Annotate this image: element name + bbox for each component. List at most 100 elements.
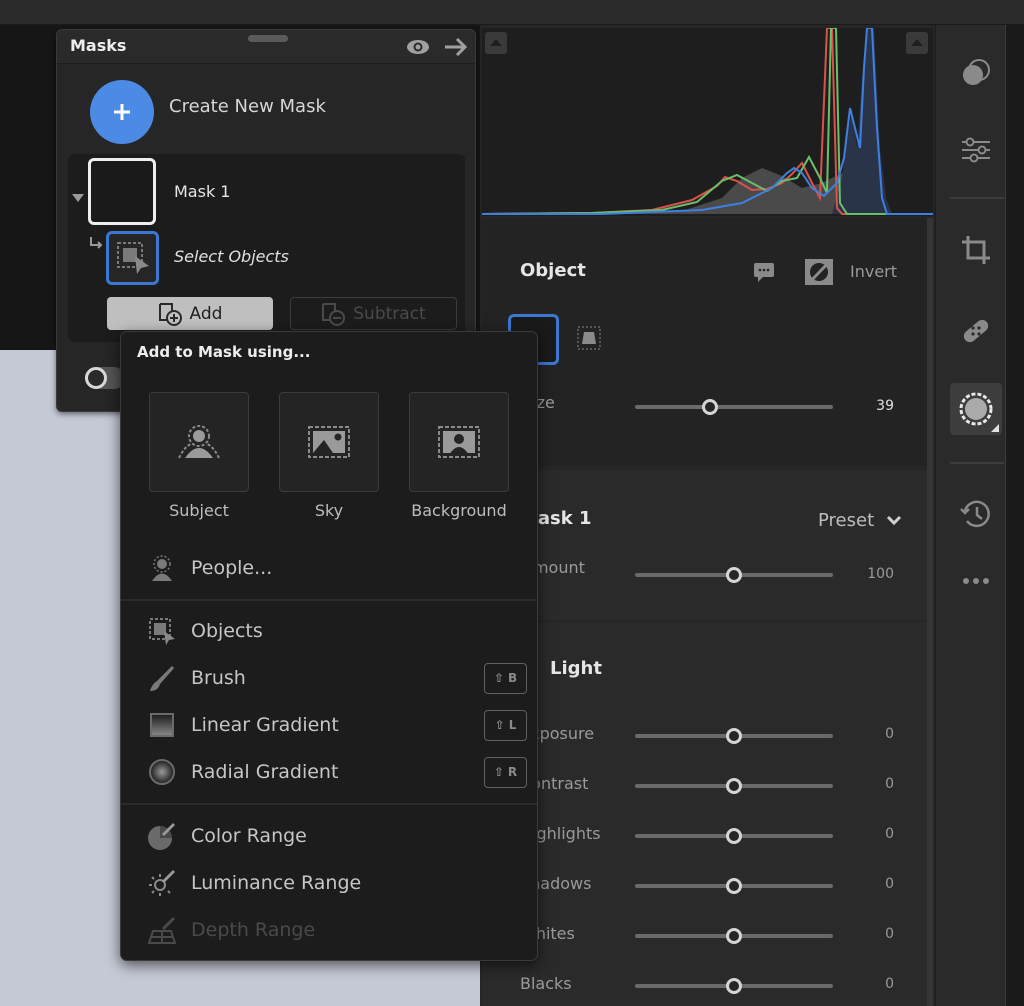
exposure-slider-thumb[interactable] — [726, 728, 742, 744]
mask-card: Mask 1 Select Objects Add Subtract — [68, 154, 465, 342]
whites-value[interactable]: 0 — [844, 926, 894, 942]
tool-separator — [950, 197, 1004, 199]
add-label: Add — [189, 303, 223, 324]
mask-name[interactable]: Mask 1 — [174, 182, 230, 201]
brush-shortcut: ⇧ B — [484, 662, 527, 694]
select-objects-label[interactable]: Select Objects — [174, 247, 289, 266]
sky-label[interactable]: Sky — [264, 501, 394, 520]
history-icon[interactable] — [950, 488, 1002, 540]
background-label[interactable]: Background — [394, 501, 524, 520]
radial-gradient-icon — [147, 757, 177, 787]
add-to-mask-menu: Add to Mask using... Subject Sky Backgro… — [120, 331, 538, 961]
highlights-value[interactable]: 0 — [844, 826, 894, 842]
exposure-value[interactable]: 0 — [844, 726, 894, 742]
preset-label: Preset — [818, 510, 875, 531]
top-bar — [0, 0, 1024, 25]
more-icon[interactable] — [950, 555, 1002, 607]
expand-triangle-icon[interactable] — [72, 187, 84, 206]
rectangle-select-mode-button[interactable] — [577, 326, 603, 356]
arrow-right-icon[interactable] — [444, 37, 468, 60]
panel-scrollbar[interactable] — [927, 218, 933, 1006]
plus-icon — [114, 104, 130, 120]
object-title: Object — [520, 260, 586, 281]
people-label: People... — [191, 557, 273, 579]
masking-icon[interactable] — [950, 383, 1002, 435]
edit-sliders-icon[interactable] — [950, 124, 1002, 176]
sky-icon — [308, 426, 350, 458]
size-slider-thumb[interactable] — [702, 399, 719, 415]
create-new-mask-button[interactable] — [90, 80, 154, 144]
select-objects-thumbnail[interactable] — [106, 231, 159, 285]
brush-icon — [147, 663, 177, 693]
contrast-slider-thumb[interactable] — [726, 778, 742, 794]
tool-strip — [935, 25, 1016, 1006]
shadows-slider-thumb[interactable] — [726, 878, 742, 894]
sky-tile[interactable] — [279, 392, 379, 492]
overlay-toggle[interactable] — [85, 367, 125, 389]
add-button[interactable]: Add — [107, 297, 273, 330]
amount-value[interactable]: 100 — [844, 566, 894, 582]
depth-range-icon — [147, 915, 177, 945]
depth-range-label: Depth Range — [191, 919, 316, 941]
amount-slider-thumb[interactable] — [726, 567, 742, 583]
objects-icon — [147, 616, 177, 646]
comment-icon[interactable] — [753, 262, 775, 286]
background-icon — [438, 426, 480, 458]
mask-thumbnail[interactable] — [88, 158, 156, 225]
toggle-knob — [85, 367, 107, 389]
invert-checkbox[interactable] — [804, 258, 834, 290]
light-title[interactable]: Light — [550, 658, 602, 679]
size-value[interactable]: 39 — [844, 398, 894, 414]
contrast-value[interactable]: 0 — [844, 776, 894, 792]
objects-icon — [116, 242, 149, 274]
masks-title: Masks — [70, 36, 127, 55]
objects-label: Objects — [191, 620, 263, 642]
healing-icon[interactable] — [950, 305, 1002, 357]
menu-separator — [121, 803, 537, 805]
menu-item-depth-range: Depth Range — [147, 915, 527, 945]
invert-label: Invert — [850, 262, 898, 281]
menu-item-color-range[interactable]: Color Range — [147, 821, 527, 851]
mask-adjust-section: Mask 1 Preset Amount 100 — [482, 470, 927, 620]
brush-label: Brush — [191, 667, 246, 689]
create-new-mask-label[interactable]: Create New Mask — [169, 96, 326, 117]
linear-gradient-icon — [147, 710, 177, 740]
preset-dropdown[interactable]: Preset — [818, 510, 902, 531]
menu-item-brush[interactable]: Brush ⇧ B — [147, 662, 527, 694]
blacks-label: Blacks — [520, 974, 572, 993]
presets-icon[interactable] — [950, 47, 1002, 99]
far-right-edge — [1005, 25, 1024, 1006]
highlights-slider-thumb[interactable] — [726, 828, 742, 844]
background-tile[interactable] — [409, 392, 509, 492]
menu-item-linear-gradient[interactable]: Linear Gradient ⇧ L — [147, 709, 527, 741]
crop-icon[interactable] — [950, 224, 1002, 276]
people-icon — [147, 553, 177, 583]
histogram — [482, 28, 933, 216]
subject-tile[interactable] — [149, 392, 249, 492]
shadows-value[interactable]: 0 — [844, 876, 894, 892]
menu-item-radial-gradient[interactable]: Radial Gradient ⇧ R — [147, 756, 527, 788]
menu-item-luminance-range[interactable]: Luminance Range — [147, 868, 527, 898]
masks-header: Masks — [57, 30, 475, 64]
drag-handle[interactable] — [248, 35, 288, 42]
luminance-range-label: Luminance Range — [191, 872, 362, 894]
sub-arrow-icon — [89, 234, 103, 253]
color-range-icon — [147, 821, 177, 851]
menu-item-objects[interactable]: Objects — [147, 616, 527, 646]
blacks-value[interactable]: 0 — [844, 976, 894, 992]
luminance-range-icon — [147, 868, 177, 898]
subtract-button[interactable]: Subtract — [290, 297, 457, 330]
eye-icon[interactable] — [406, 39, 430, 59]
add-mask-icon — [158, 302, 182, 326]
object-section: Object Invert Size 39 — [482, 218, 927, 466]
radial-gradient-shortcut: ⇧ R — [484, 756, 527, 788]
color-range-label: Color Range — [191, 825, 307, 847]
subject-label[interactable]: Subject — [134, 501, 264, 520]
menu-item-people[interactable]: People... — [147, 553, 527, 583]
linear-gradient-label: Linear Gradient — [191, 714, 339, 736]
histogram-graph — [482, 28, 933, 215]
blacks-slider-thumb[interactable] — [726, 978, 742, 994]
subtract-mask-icon — [322, 302, 346, 326]
whites-slider-thumb[interactable] — [726, 928, 742, 944]
popup-title: Add to Mask using... — [137, 343, 311, 361]
